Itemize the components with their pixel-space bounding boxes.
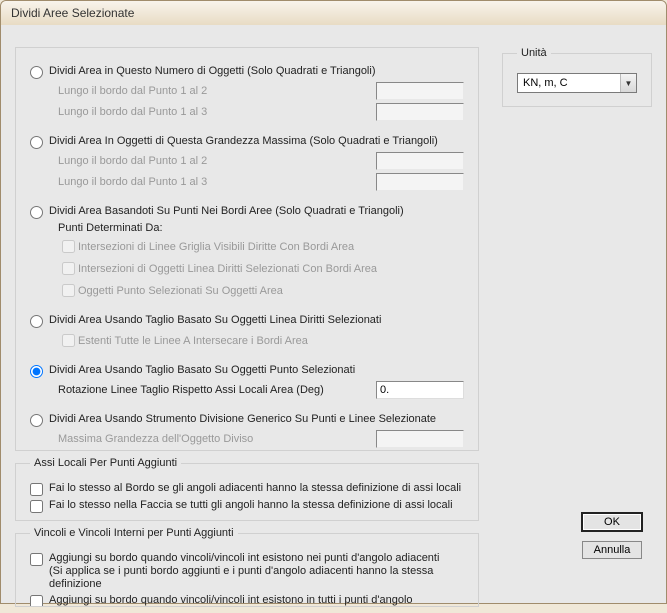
opt1-field1-label: Lungo il bordo dal Punto 1 al 2 [58, 85, 376, 97]
opt5-rotation-input[interactable] [376, 381, 464, 399]
opt3-check-line-intersections [62, 262, 75, 275]
constraints-check-edge[interactable]: Aggiungi su bordo quando vincoli/vincoli… [30, 552, 464, 591]
opt3-check-grid-intersections [62, 240, 75, 253]
radio-divide-cut-points[interactable]: Dividi Area Usando Taglio Basato Su Ogge… [30, 364, 464, 378]
constraints-check-face-label: Aggiungi su bordo quando vincoli/vincoli… [49, 594, 413, 606]
axes-check-face-input[interactable] [30, 500, 43, 513]
axes-check-edge[interactable]: Fai lo stesso al Bordo se gli angoli adi… [30, 482, 464, 496]
opt1-field2-input [376, 103, 464, 121]
opt4-check-extend-lines-label: Estenti Tutte le Linee A Intersecare i B… [78, 335, 308, 347]
constraints-check-edge-note: (Si applica se i punti bordo aggiunti e … [49, 565, 433, 590]
radio-divide-max-size-label: Dividi Area In Oggetti di Questa Grandez… [49, 135, 438, 147]
opt5-rotation-label: Rotazione Linee Taglio Rispetto Assi Loc… [58, 384, 376, 396]
opt3-check-point-objects [62, 284, 75, 297]
radio-divide-edge-points-input[interactable] [30, 206, 43, 219]
local-axes-legend: Assi Locali Per Punti Aggiunti [30, 457, 181, 469]
opt6-maxsize-input [376, 430, 464, 448]
chevron-down-icon: ▼ [620, 74, 636, 92]
units-select[interactable]: KN, m, C ▼ [517, 73, 637, 93]
radio-divide-into-number-input[interactable] [30, 66, 43, 79]
constraints-check-face-input[interactable] [30, 595, 43, 607]
axes-check-face[interactable]: Fai lo stesso nella Faccia se tutti gli … [30, 499, 464, 513]
opt4-check-extend-lines [62, 334, 75, 347]
radio-divide-general[interactable]: Dividi Area Usando Strumento Divisione G… [30, 413, 464, 427]
radio-divide-edge-points-label: Dividi Area Basandoti Su Punti Nei Bordi… [49, 205, 404, 217]
radio-divide-max-size[interactable]: Dividi Area In Oggetti di Questa Grandez… [30, 135, 464, 149]
radio-divide-cut-lines-label: Dividi Area Usando Taglio Basato Su Ogge… [49, 314, 381, 326]
opt3-check-point-objects-label: Oggetti Punto Selezionati Su Oggetti Are… [78, 285, 283, 297]
opt2-field2-input [376, 173, 464, 191]
divide-options-group: Dividi Area in Questo Numero di Oggetti … [15, 47, 479, 451]
constraints-check-edge-label: Aggiungi su bordo quando vincoli/vincoli… [49, 552, 439, 564]
constraints-check-face[interactable]: Aggiungi su bordo quando vincoli/vincoli… [30, 594, 464, 607]
opt3-subheading: Punti Determinati Da: [58, 222, 464, 234]
cancel-button[interactable]: Annulla [582, 541, 642, 559]
radio-divide-cut-lines-input[interactable] [30, 315, 43, 328]
axes-check-edge-label: Fai lo stesso al Bordo se gli angoli adi… [49, 482, 461, 494]
radio-divide-cut-points-input[interactable] [30, 365, 43, 378]
radio-divide-cut-points-label: Dividi Area Usando Taglio Basato Su Ogge… [49, 364, 355, 376]
units-legend: Unità [517, 47, 551, 59]
units-select-value: KN, m, C [518, 77, 620, 89]
window-title: Dividi Aree Selezionate [1, 1, 666, 25]
opt3-check-grid-intersections-label: Intersezioni di Linee Griglia Visibili D… [78, 241, 354, 253]
radio-divide-general-input[interactable] [30, 414, 43, 427]
constraints-check-edge-input[interactable] [30, 553, 43, 566]
units-group: Unità KN, m, C ▼ [502, 47, 652, 107]
opt3-check-line-intersections-label: Intersezioni di Oggetti Linea Diritti Se… [78, 263, 377, 275]
constraints-group: Vincoli e Vincoli Interni per Punti Aggi… [15, 527, 479, 607]
constraints-legend: Vincoli e Vincoli Interni per Punti Aggi… [30, 527, 238, 539]
opt1-field1-input [376, 82, 464, 100]
radio-divide-max-size-input[interactable] [30, 136, 43, 149]
opt2-field1-label: Lungo il bordo dal Punto 1 al 2 [58, 155, 376, 167]
opt1-field2-label: Lungo il bordo dal Punto 1 al 3 [58, 106, 376, 118]
opt6-maxsize-label: Massima Grandezza dell'Oggetto Diviso [58, 433, 376, 445]
radio-divide-into-number[interactable]: Dividi Area in Questo Numero di Oggetti … [30, 65, 464, 79]
axes-check-edge-input[interactable] [30, 483, 43, 496]
ok-button[interactable]: OK [582, 513, 642, 531]
opt2-field1-input [376, 152, 464, 170]
opt2-field2-label: Lungo il bordo dal Punto 1 al 3 [58, 176, 376, 188]
radio-divide-cut-lines[interactable]: Dividi Area Usando Taglio Basato Su Ogge… [30, 314, 464, 328]
radio-divide-into-number-label: Dividi Area in Questo Numero di Oggetti … [49, 65, 376, 77]
axes-check-face-label: Fai lo stesso nella Faccia se tutti gli … [49, 499, 453, 511]
radio-divide-edge-points[interactable]: Dividi Area Basandoti Su Punti Nei Bordi… [30, 205, 464, 219]
local-axes-group: Assi Locali Per Punti Aggiunti Fai lo st… [15, 457, 479, 521]
radio-divide-general-label: Dividi Area Usando Strumento Divisione G… [49, 413, 436, 425]
